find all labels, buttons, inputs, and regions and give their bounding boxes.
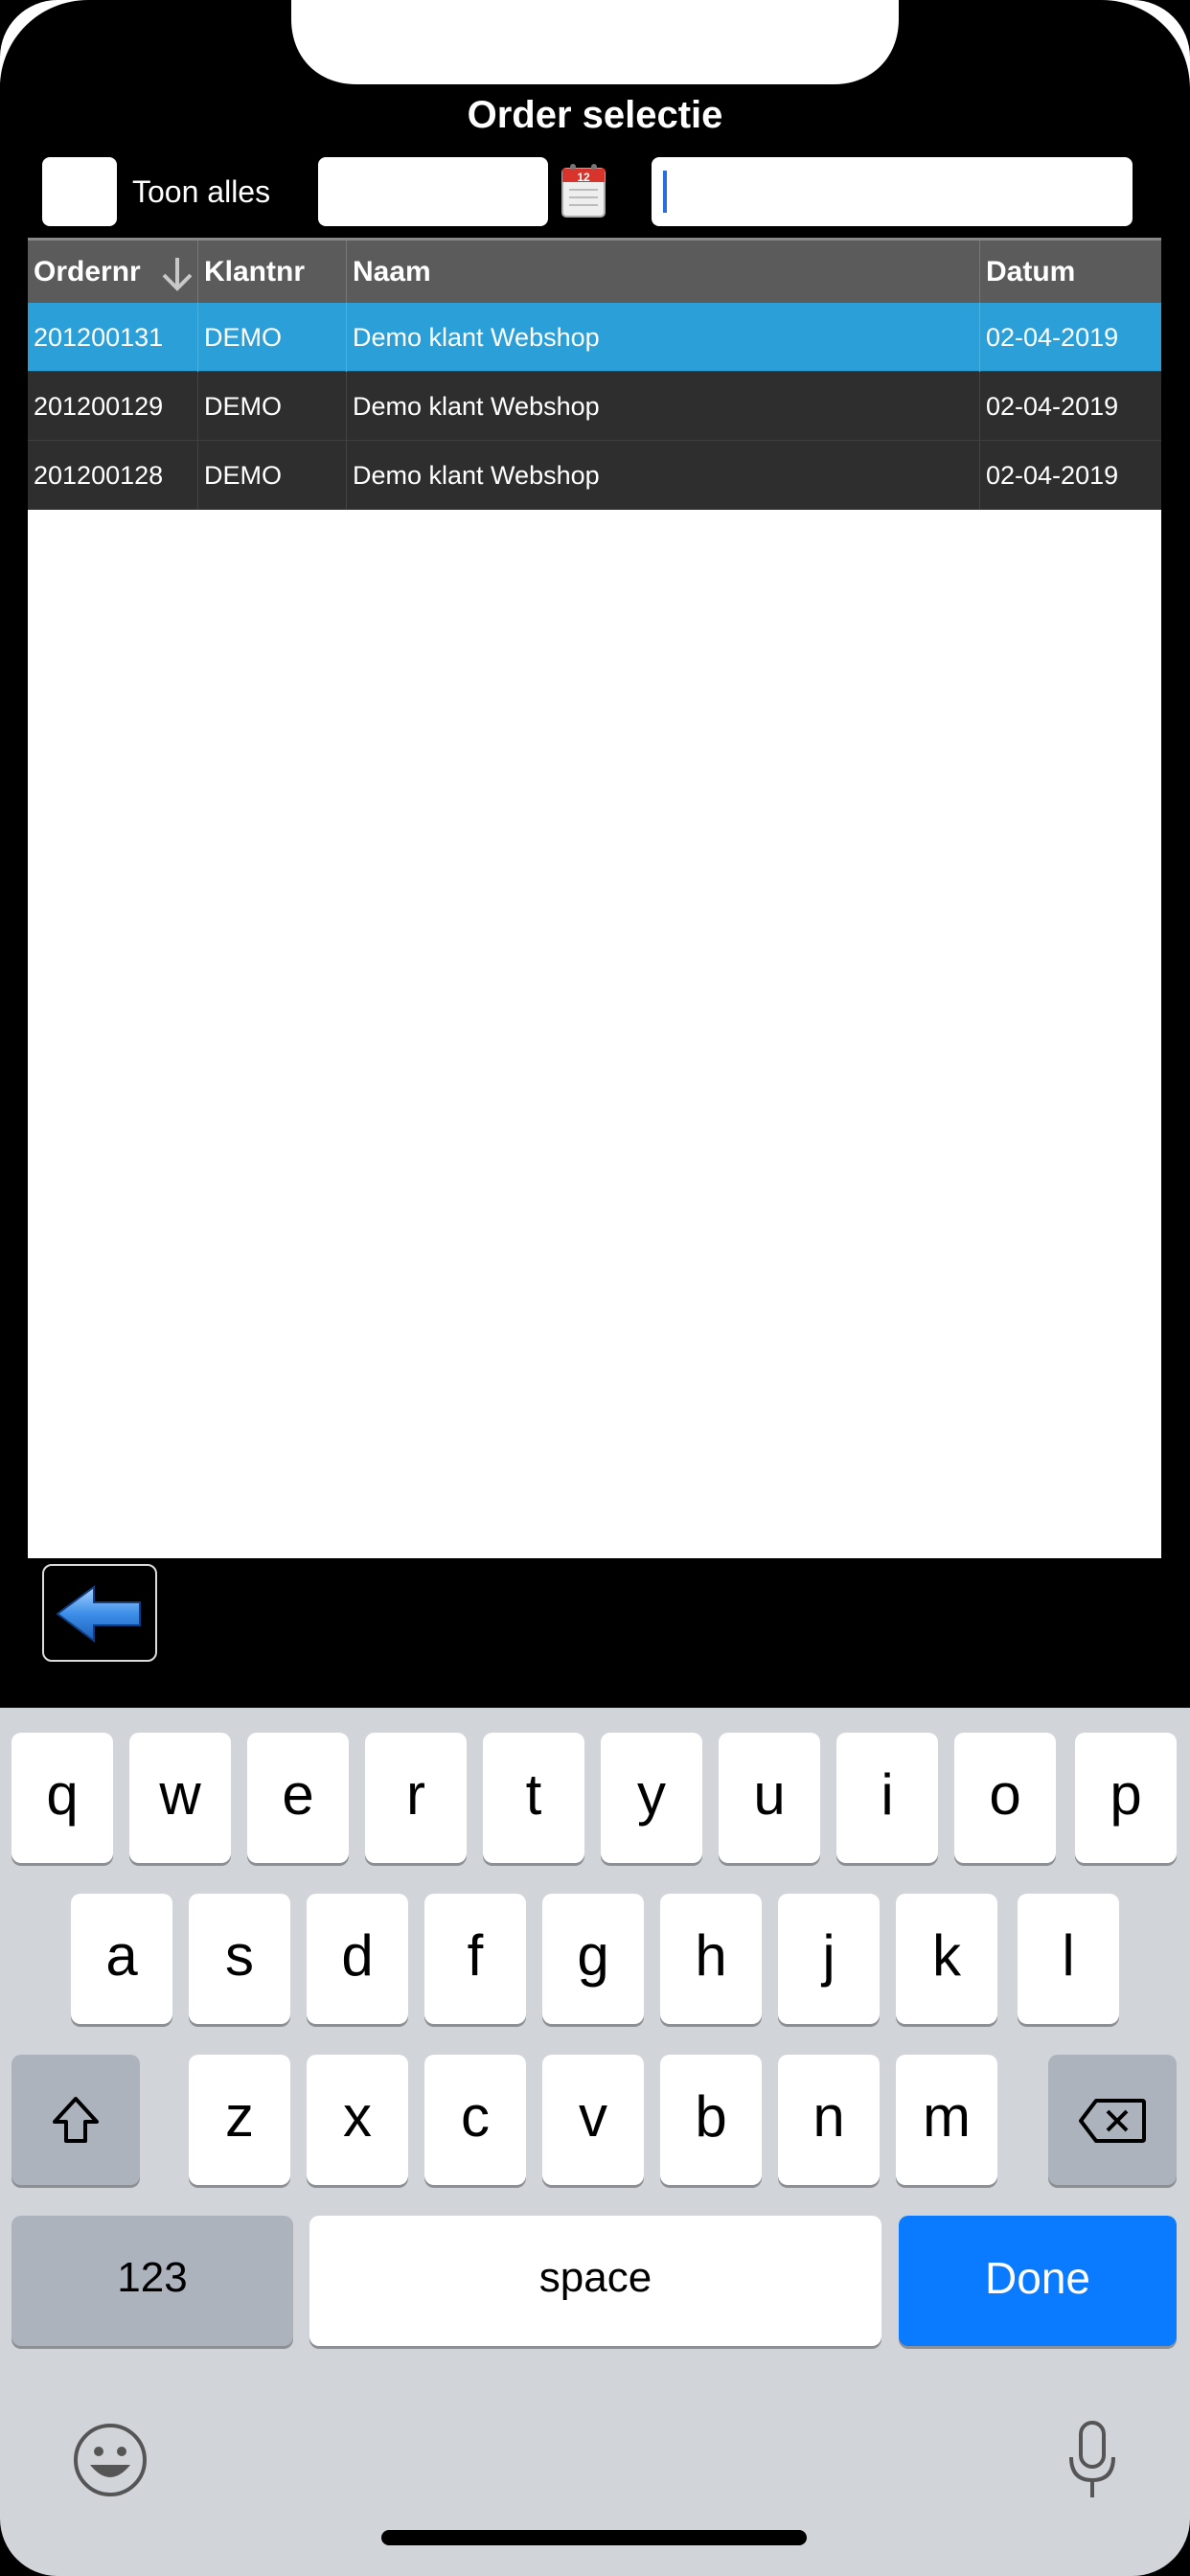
shift-icon [53, 2097, 99, 2143]
key-c[interactable]: c [424, 2055, 526, 2185]
table-row[interactable]: 201200128 DEMO Demo klant Webshop 02-04-… [28, 441, 1161, 510]
cell-naam: Demo klant Webshop [347, 441, 980, 510]
column-klantnr[interactable]: Klantnr [198, 241, 347, 306]
date-input[interactable] [318, 157, 548, 226]
key-d[interactable]: d [307, 1894, 408, 2024]
column-datum[interactable]: Datum [980, 241, 1161, 306]
app-screen: Order selectie Toon alles 12 Ordernr Kla… [0, 0, 1190, 2576]
cell-naam: Demo klant Webshop [347, 303, 980, 372]
show-all-checkbox[interactable] [42, 157, 117, 226]
table-row[interactable]: 201200129 DEMO Demo klant Webshop 02-04-… [28, 372, 1161, 441]
emoji-icon[interactable] [71, 2421, 149, 2499]
key-j[interactable]: j [778, 1894, 880, 2024]
column-naam[interactable]: Naam [347, 241, 980, 306]
backspace-key[interactable] [1048, 2055, 1177, 2185]
filter-toolbar: Toon alles 12 [0, 157, 1190, 228]
key-f[interactable]: f [424, 1894, 526, 2024]
cell-datum: 02-04-2019 [986, 323, 1119, 352]
key-a[interactable]: a [71, 1894, 172, 2024]
cell-ordernr: 201200131 [28, 303, 198, 372]
key-n[interactable]: n [778, 2055, 880, 2185]
key-b[interactable]: b [660, 2055, 762, 2185]
text-caret [663, 171, 667, 213]
key-g[interactable]: g [542, 1894, 644, 2024]
cell-ordernr: 201200129 [28, 372, 198, 441]
order-table: Ordernr Klantnr Naam Datum 201200131 DEM… [28, 238, 1161, 1558]
back-button[interactable] [42, 1564, 157, 1662]
key-w[interactable]: w [129, 1733, 231, 1863]
back-arrow-icon [56, 1585, 141, 1643]
key-t[interactable]: t [483, 1733, 584, 1863]
key-m[interactable]: m [896, 2055, 997, 2185]
cell-naam: Demo klant Webshop [347, 372, 980, 441]
key-r[interactable]: r [365, 1733, 467, 1863]
key-s[interactable]: s [189, 1894, 290, 2024]
page-title: Order selectie [467, 94, 723, 136]
calendar-icon[interactable]: 12 [560, 161, 609, 222]
key-k[interactable]: k [896, 1894, 997, 2024]
table-row[interactable]: 201200131 DEMO Demo klant Webshop 02-04-… [28, 303, 1161, 372]
key-z[interactable]: z [189, 2055, 290, 2185]
on-screen-keyboard: q w e r t y u i o p a s d f g h j k l z … [0, 1708, 1190, 2576]
home-indicator[interactable] [381, 2530, 807, 2545]
device-notch [0, 0, 1190, 88]
cell-datum: 02-04-2019 [986, 461, 1119, 490]
key-i[interactable]: i [836, 1733, 938, 1863]
backspace-icon [1079, 2099, 1146, 2143]
key-o[interactable]: o [954, 1733, 1056, 1863]
cell-klantnr: DEMO [198, 441, 347, 510]
done-key[interactable]: Done [899, 2216, 1177, 2346]
key-h[interactable]: h [660, 1894, 762, 2024]
microphone-icon[interactable] [1064, 2417, 1121, 2503]
show-all-label: Toon alles [132, 174, 271, 209]
cell-klantnr: DEMO [198, 303, 347, 372]
cell-datum: 02-04-2019 [986, 392, 1119, 421]
key-y[interactable]: y [601, 1733, 702, 1863]
shift-key[interactable] [11, 2055, 140, 2185]
column-ordernr-label: Ordernr [34, 256, 141, 288]
key-q[interactable]: q [11, 1733, 113, 1863]
table-header: Ordernr Klantnr Naam Datum [28, 238, 1161, 306]
numbers-key[interactable]: 123 [11, 2216, 293, 2346]
svg-text:12: 12 [577, 171, 590, 184]
key-v[interactable]: v [542, 2055, 644, 2185]
key-l[interactable]: l [1018, 1894, 1119, 2024]
cell-klantnr: DEMO [198, 372, 347, 441]
key-u[interactable]: u [719, 1733, 820, 1863]
key-p[interactable]: p [1075, 1733, 1177, 1863]
cell-ordernr: 201200128 [28, 441, 198, 510]
sort-descending-icon [162, 258, 193, 291]
key-e[interactable]: e [247, 1733, 349, 1863]
key-x[interactable]: x [307, 2055, 408, 2185]
column-ordernr[interactable]: Ordernr [28, 241, 198, 306]
space-key[interactable]: space [309, 2216, 881, 2346]
search-input[interactable] [652, 157, 1133, 226]
